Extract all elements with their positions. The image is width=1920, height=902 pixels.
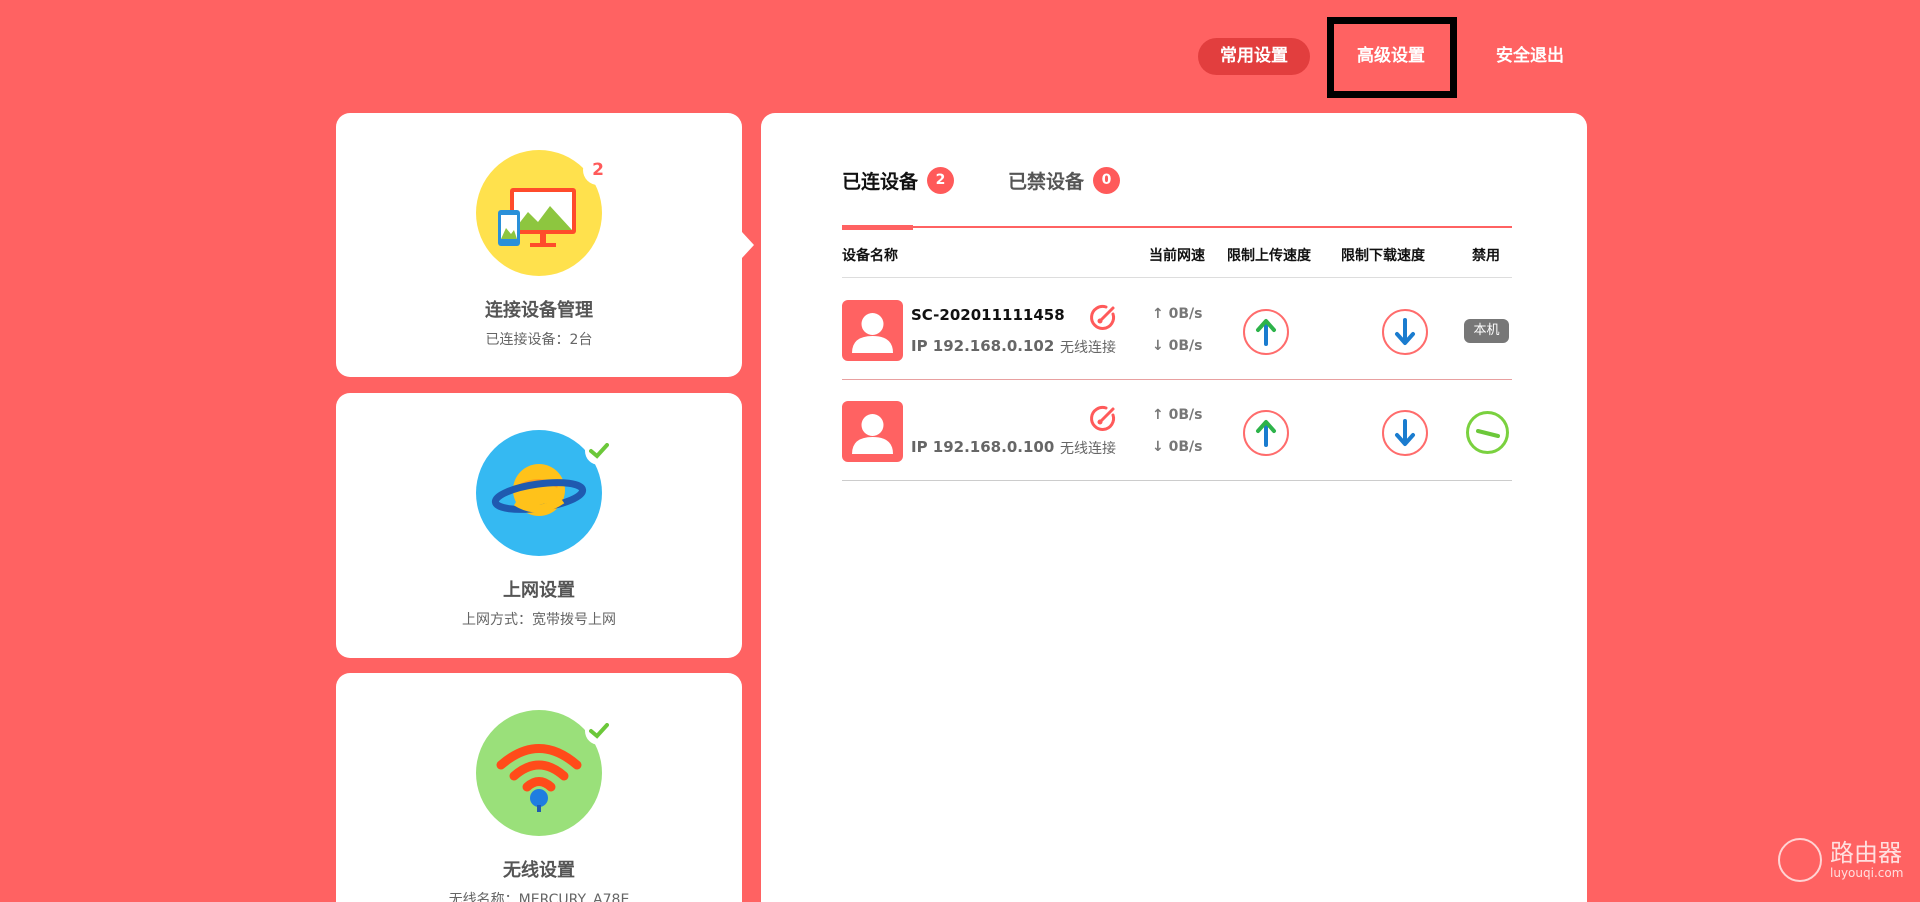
connection-type: 无线连接 bbox=[1060, 340, 1116, 356]
tab-connected-devices[interactable]: 已连设备 2 bbox=[842, 167, 955, 194]
edit-icon[interactable] bbox=[1089, 403, 1119, 433]
active-card-pointer bbox=[742, 232, 754, 258]
upload-speed: ↑ 0B/s bbox=[1152, 306, 1203, 322]
avatar bbox=[842, 300, 903, 361]
header-speed: 当前网速 bbox=[1149, 248, 1205, 264]
connected-count-badge: 2 bbox=[927, 167, 955, 194]
limit-download-button[interactable] bbox=[1382, 410, 1428, 456]
header-device-name: 设备名称 bbox=[842, 248, 898, 264]
upload-speed: ↑ 0B/s bbox=[1152, 407, 1203, 423]
header-ban: 禁用 bbox=[1472, 248, 1500, 264]
card-subtitle: 已连接设备：2台 bbox=[485, 332, 593, 348]
advanced-settings-button[interactable]: 高级设置 bbox=[1335, 38, 1447, 75]
watermark-url: luyouqi.com bbox=[1830, 866, 1904, 880]
planet-icon bbox=[476, 430, 602, 556]
limit-download-button[interactable] bbox=[1382, 309, 1428, 355]
header-limit-down: 限制下载速度 bbox=[1341, 248, 1425, 264]
sidebar-card-internet-settings[interactable]: 上网设置 上网方式：宽带拨号上网 bbox=[336, 393, 742, 658]
wifi-icon bbox=[476, 710, 602, 836]
active-tab-underline bbox=[842, 225, 913, 230]
table-row: IP 192.168.0.100 无线连接 ↑ 0B/s ↓ 0B/s bbox=[842, 380, 1512, 481]
limit-upload-button[interactable] bbox=[1243, 410, 1289, 456]
ban-icon bbox=[1475, 428, 1500, 438]
device-count-badge: 2 bbox=[583, 155, 613, 185]
logout-button[interactable]: 安全退出 bbox=[1474, 38, 1586, 75]
table-row: SC-202011111458 IP 192.168.0.102 无线连接 ↑ … bbox=[842, 279, 1512, 380]
card-subtitle: 无线名称：MERCURY_A78E bbox=[448, 892, 630, 902]
arrow-down-icon bbox=[1395, 419, 1415, 446]
table-header: 设备名称 当前网速 限制上传速度 限制下载速度 禁用 bbox=[842, 231, 1512, 278]
card-subtitle: 上网方式：宽带拨号上网 bbox=[462, 612, 616, 628]
tab-label: 已连设备 bbox=[842, 171, 919, 193]
top-nav: 常用设置 高级设置 安全退出 bbox=[0, 0, 1920, 110]
tab-banned-devices[interactable]: 已禁设备 0 bbox=[1008, 167, 1121, 194]
banned-count-badge: 0 bbox=[1093, 167, 1121, 194]
device-ip: IP 192.168.0.102 bbox=[911, 337, 1055, 355]
connection-type: 无线连接 bbox=[1060, 441, 1116, 457]
download-speed: ↓ 0B/s bbox=[1152, 338, 1203, 354]
sidebar-card-device-management[interactable]: 2 连接设备管理 已连接设备：2台 bbox=[336, 113, 742, 377]
download-speed-value: 0B/s bbox=[1168, 439, 1203, 455]
card-title: 无线设置 bbox=[503, 860, 575, 881]
avatar bbox=[842, 401, 903, 462]
download-speed: ↓ 0B/s bbox=[1152, 439, 1203, 455]
header-limit-up: 限制上传速度 bbox=[1227, 248, 1311, 264]
arrow-up-icon bbox=[1256, 319, 1276, 346]
upload-speed-value: 0B/s bbox=[1168, 407, 1203, 423]
sidebar-card-wireless-settings[interactable]: 无线设置 无线名称：MERCURY_A78E bbox=[336, 673, 742, 902]
local-device-tag: 本机 bbox=[1464, 319, 1509, 343]
arrow-down-icon bbox=[1395, 318, 1415, 345]
watermark-title: 路由器 bbox=[1830, 839, 1902, 867]
arrow-up-icon bbox=[1256, 420, 1276, 447]
device-tabs: 已连设备 2 已禁设备 0 bbox=[842, 167, 1512, 230]
upload-speed-value: 0B/s bbox=[1168, 306, 1203, 322]
card-title: 上网设置 bbox=[503, 580, 575, 601]
tab-label: 已禁设备 bbox=[1008, 171, 1085, 193]
check-icon bbox=[585, 437, 613, 465]
card-title: 连接设备管理 bbox=[485, 300, 593, 321]
watermark-logo-icon bbox=[1778, 838, 1822, 882]
ban-device-button[interactable] bbox=[1466, 411, 1509, 454]
device-name: SC-202011111458 bbox=[911, 306, 1065, 324]
download-speed-value: 0B/s bbox=[1168, 338, 1203, 354]
watermark: 路由器 luyouqi.com bbox=[1778, 838, 1903, 882]
check-icon bbox=[585, 717, 613, 745]
common-settings-button[interactable]: 常用设置 bbox=[1198, 38, 1310, 75]
device-panel: 已连设备 2 已禁设备 0 设备名称 当前网速 限制上传速度 限制下载速度 禁用… bbox=[761, 113, 1587, 902]
edit-icon[interactable] bbox=[1089, 302, 1119, 332]
limit-upload-button[interactable] bbox=[1243, 309, 1289, 355]
device-ip: IP 192.168.0.100 bbox=[911, 438, 1055, 456]
